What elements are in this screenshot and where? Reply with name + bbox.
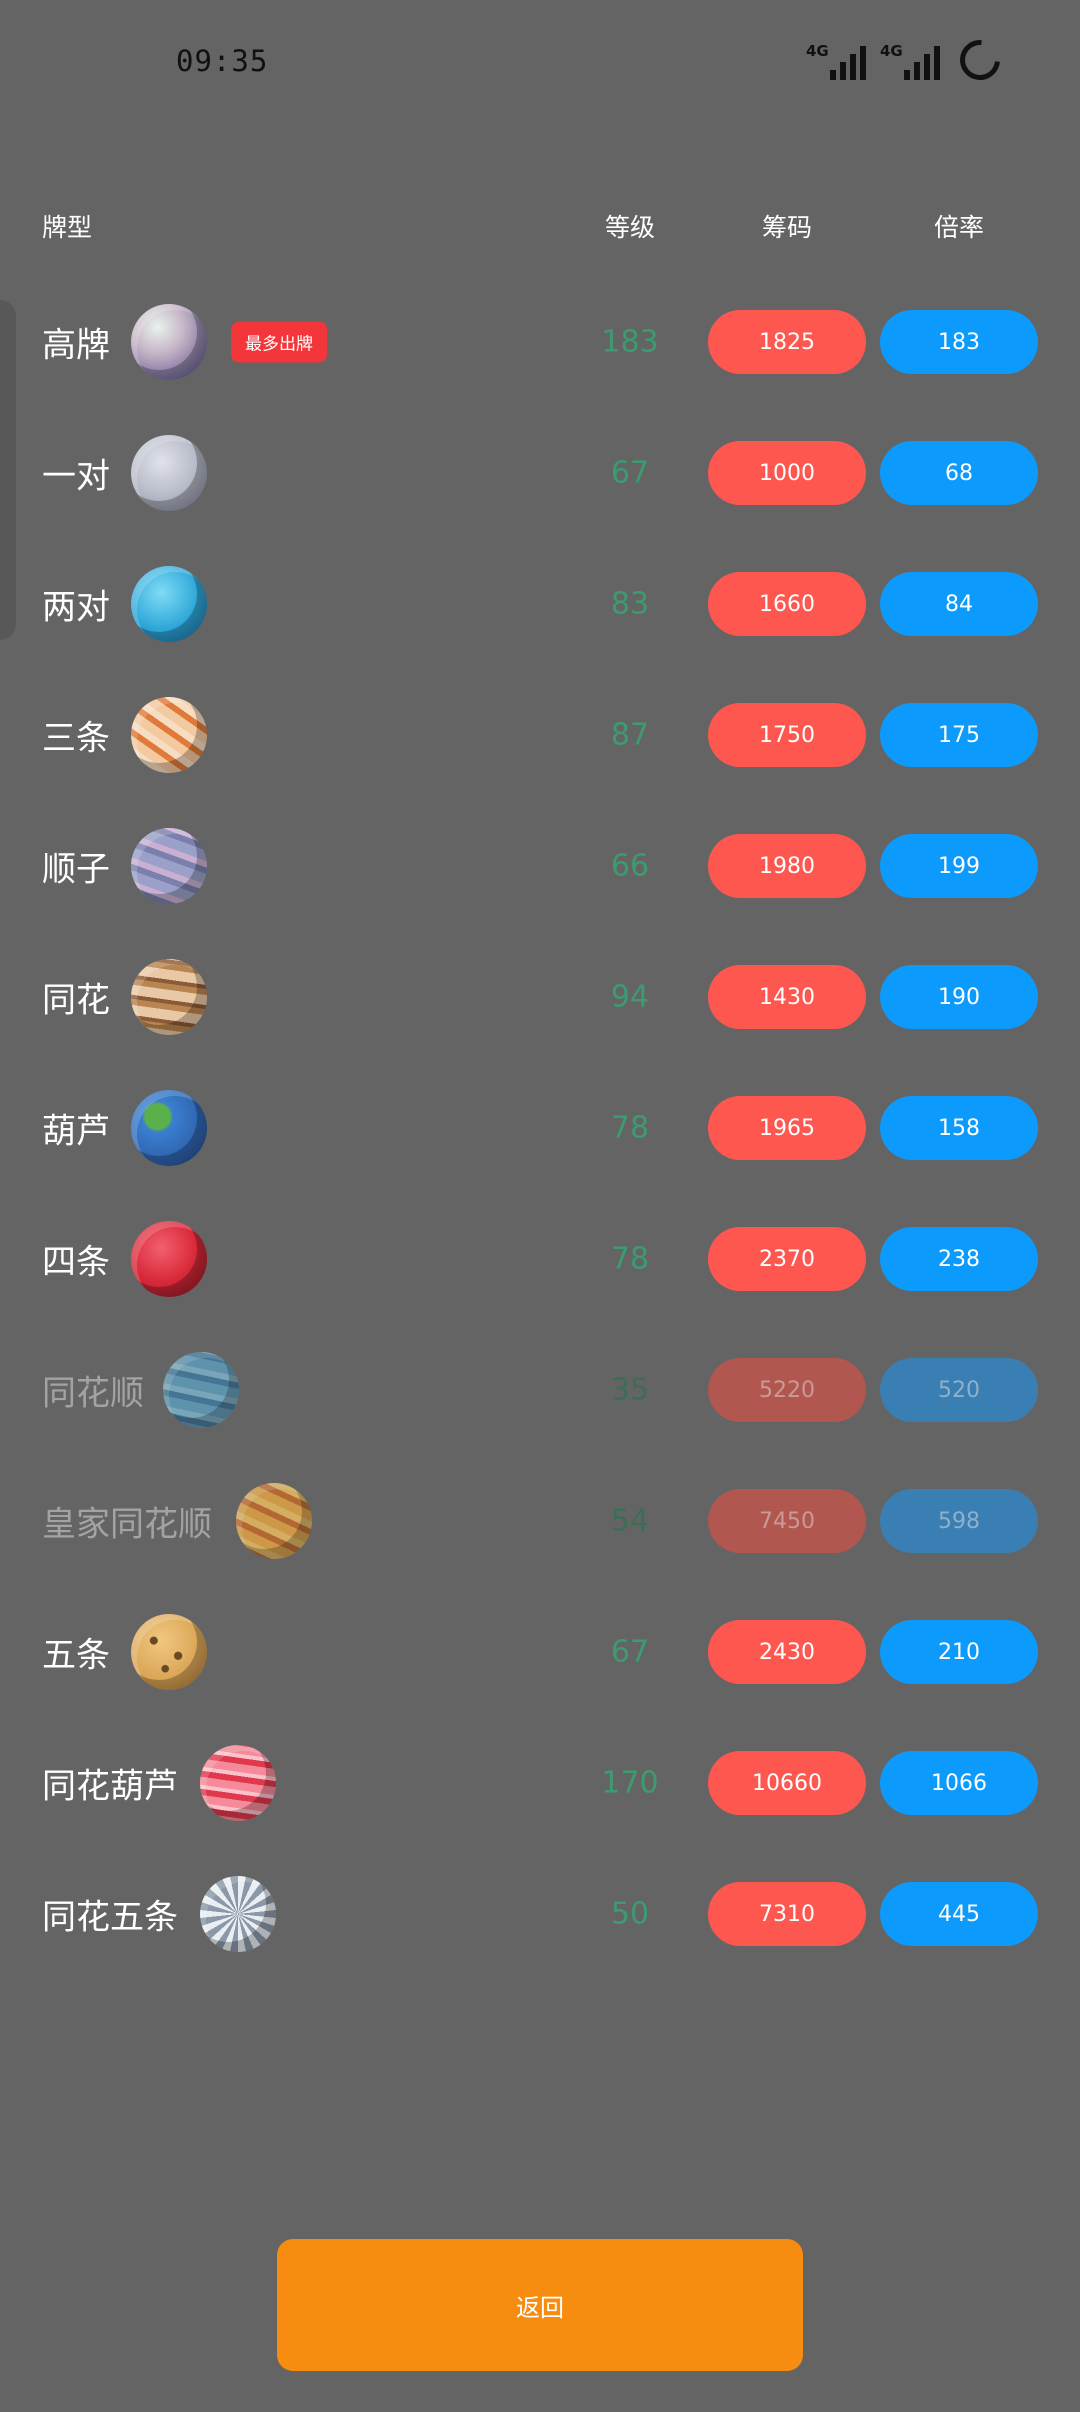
rate-value: 238: [880, 1227, 1038, 1291]
hand-level: 67: [610, 1634, 650, 1670]
rate-value: 68: [880, 441, 1038, 505]
header-type: 牌型: [42, 213, 93, 242]
hand-level: 87: [610, 717, 650, 753]
hand-name: 四条: [42, 1242, 110, 1283]
planet-pink-striped-icon: [200, 1745, 276, 1821]
hand-name: 皇家同花顺: [42, 1504, 212, 1545]
planet-brown-striped-icon: [131, 959, 207, 1035]
hand-name: 顺子: [42, 849, 110, 890]
chips-value: 1965: [708, 1096, 866, 1160]
planet-grey-moon-icon: [131, 435, 207, 511]
chips-value: 5220: [708, 1358, 866, 1422]
hand-name: 同花顺: [42, 1373, 144, 1414]
planet-disco-icon: [200, 1876, 276, 1952]
rate-value: 199: [880, 834, 1038, 898]
hand-row[interactable]: 一对 67 1000 68: [0, 423, 1080, 523]
chips-value: 7310: [708, 1882, 866, 1946]
chips-value: 1430: [708, 965, 866, 1029]
chips-value: 1660: [708, 572, 866, 636]
chips-value: 1825: [708, 310, 866, 374]
hand-name: 同花葫芦: [42, 1766, 178, 1807]
signal-icon: 4G: [806, 44, 866, 80]
status-icons: 4G 4G: [806, 31, 1009, 89]
hand-level: 66: [610, 848, 650, 884]
hand-level: 67: [610, 455, 650, 491]
planet-pearl-icon: [131, 304, 207, 380]
hand-row[interactable]: 皇家同花顺 54 7450 598: [0, 1471, 1080, 1571]
hand-level: 78: [610, 1110, 650, 1146]
back-button[interactable]: 返回: [277, 2239, 803, 2371]
planet-gold-sun-icon: [236, 1483, 312, 1559]
hand-level: 54: [610, 1503, 650, 1539]
hand-name: 同花五条: [42, 1897, 178, 1938]
signal-icon-2: 4G: [880, 44, 940, 80]
hand-level: 170: [601, 1765, 659, 1801]
hand-row[interactable]: 顺子 66 1980 199: [0, 816, 1080, 916]
planet-earth-icon: [131, 1090, 207, 1166]
hand-level: 83: [610, 586, 650, 622]
rate-value: 175: [880, 703, 1038, 767]
planet-blue-striped-icon: [163, 1352, 239, 1428]
header-rate: 倍率: [933, 213, 984, 242]
rate-value: 158: [880, 1096, 1038, 1160]
hand-row[interactable]: 葫芦 78 1965 158: [0, 1078, 1080, 1178]
chips-value: 10660: [708, 1751, 866, 1815]
hand-level: 50: [610, 1896, 650, 1932]
table-header: 牌型 等级 筹码 倍率: [0, 208, 1080, 248]
chips-value: 1750: [708, 703, 866, 767]
hand-name: 三条: [42, 718, 110, 759]
planet-cookie-icon: [131, 1614, 207, 1690]
hand-row[interactable]: 同花葫芦 170 10660 1066: [0, 1733, 1080, 1833]
planet-red-icon: [131, 1221, 207, 1297]
chips-value: 1000: [708, 441, 866, 505]
header-chips: 筹码: [761, 213, 812, 242]
hand-level: 94: [610, 979, 650, 1015]
hand-row[interactable]: 同花顺 35 5220 520: [0, 1340, 1080, 1440]
hand-name: 高牌: [42, 325, 110, 366]
planet-blue-ringed-icon: [131, 566, 207, 642]
status-bar: 09:35 4G 4G: [0, 0, 1080, 120]
hand-level: 183: [601, 324, 659, 360]
hand-level: 78: [610, 1241, 650, 1277]
hand-name: 葫芦: [42, 1111, 110, 1152]
hand-name: 一对: [42, 456, 110, 497]
chips-value: 1980: [708, 834, 866, 898]
hand-row[interactable]: 同花 94 1430 190: [0, 947, 1080, 1047]
rate-value: 210: [880, 1620, 1038, 1684]
chips-value: 2370: [708, 1227, 866, 1291]
hand-row[interactable]: 五条 67 2430 210: [0, 1602, 1080, 1702]
rate-value: 598: [880, 1489, 1038, 1553]
battery-icon: [951, 31, 1009, 89]
chips-value: 7450: [708, 1489, 866, 1553]
hand-row[interactable]: 两对 83 1660 84: [0, 554, 1080, 654]
most-played-badge: 最多出牌: [231, 321, 327, 363]
hand-level: 35: [610, 1372, 650, 1408]
rate-value: 84: [880, 572, 1038, 636]
rate-value: 1066: [880, 1751, 1038, 1815]
hand-row[interactable]: 同花五条 50 7310 445: [0, 1864, 1080, 1964]
hand-name: 两对: [42, 587, 110, 628]
hand-row[interactable]: 高牌 最多出牌 183 1825 183: [0, 292, 1080, 392]
planet-lavender-ringed-icon: [131, 828, 207, 904]
rate-value: 445: [880, 1882, 1038, 1946]
hand-row[interactable]: 三条 87 1750 175: [0, 685, 1080, 785]
chips-value: 2430: [708, 1620, 866, 1684]
rate-value: 520: [880, 1358, 1038, 1422]
clock: 09:35: [176, 44, 269, 78]
rate-value: 183: [880, 310, 1038, 374]
hand-name: 同花: [42, 980, 110, 1021]
hand-row[interactable]: 四条 78 2370 238: [0, 1209, 1080, 1309]
planet-orange-striped-icon: [131, 697, 207, 773]
header-level: 等级: [604, 213, 655, 242]
hand-name: 五条: [42, 1635, 110, 1676]
rate-value: 190: [880, 965, 1038, 1029]
